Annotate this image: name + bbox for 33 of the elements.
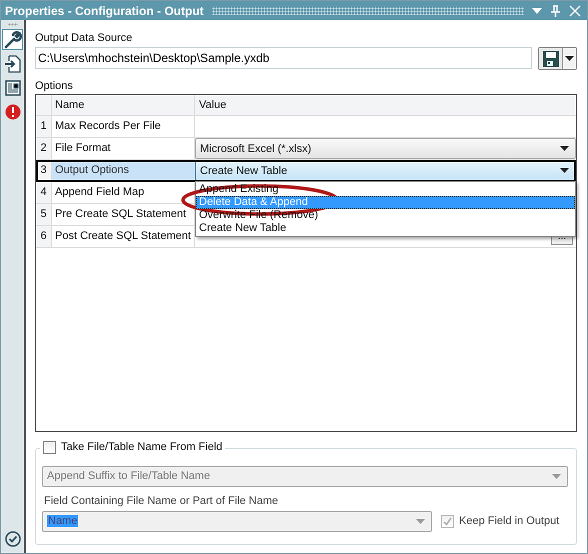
row-number: 1: [36, 116, 52, 137]
field-label: Output Data Source: [35, 31, 134, 46]
table-cell[interactable]: Output Options: [52, 160, 195, 181]
column-header: Name: [52, 95, 195, 115]
column-header: Value: [199, 98, 226, 113]
save-button[interactable]: [539, 48, 563, 69]
path-field[interactable]: C:\Users\mhochstein\Desktop\Sample.yxdb: [35, 47, 532, 69]
checkbox-label: Take File/Table Name From Field: [61, 441, 222, 454]
dropdown-option[interactable]: Create New Table: [196, 222, 575, 235]
caret-icon: [416, 518, 425, 524]
checkbox-label: Keep Field in Output: [459, 515, 560, 528]
dropdown-button[interactable]: [563, 48, 576, 69]
pin-icon[interactable]: [550, 4, 561, 16]
row-number: 4: [36, 182, 52, 203]
row-number: 2: [36, 138, 52, 159]
caret-icon: [552, 474, 561, 479]
caret-icon: [565, 56, 574, 61]
combo-field: Name: [42, 510, 432, 532]
checkbox[interactable]: [43, 440, 56, 454]
row-number: 3: [36, 160, 52, 181]
row-number: 6: [36, 226, 52, 247]
caret-icon: [560, 168, 569, 173]
close-icon[interactable]: [569, 4, 581, 16]
table-cell[interactable]: Max Records Per File: [52, 116, 195, 137]
window-title: Properties - Configuration - Output: [5, 4, 204, 18]
section-label: Options: [35, 79, 74, 94]
wrench-icon[interactable]: [2, 29, 23, 50]
dropdown[interactable]: Create New Table: [195, 160, 576, 181]
document-arrow-icon[interactable]: [2, 53, 23, 74]
row-number: 5: [36, 204, 52, 225]
dropdown[interactable]: Microsoft Excel (*.xlsx): [195, 138, 576, 159]
field-label: Field Containing File Name or Part of File Name: [44, 494, 280, 507]
caret-icon: [560, 146, 569, 151]
